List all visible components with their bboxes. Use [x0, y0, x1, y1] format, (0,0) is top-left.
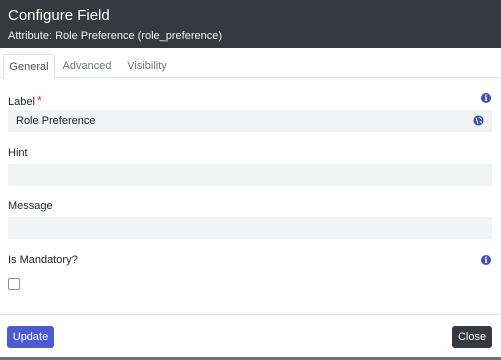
label-field-label: Label *	[8, 93, 42, 108]
dialog-title: Configure Field	[8, 7, 110, 24]
mandatory-field-label: Is Mandatory?	[8, 254, 78, 266]
label-input[interactable]: Role Preference	[8, 110, 492, 132]
hint-input[interactable]	[8, 164, 492, 186]
info-icon[interactable]: i	[481, 255, 491, 265]
label-field-text: Label	[8, 96, 35, 108]
update-button[interactable]: Update	[7, 326, 54, 348]
label-input-value: Role Preference	[16, 115, 96, 127]
dialog-subtitle: Attribute: Role Preference (role_prefere…	[8, 30, 222, 42]
mandatory-checkbox[interactable]	[8, 278, 20, 290]
message-field-label: Message	[8, 200, 53, 212]
required-mark: *	[36, 93, 42, 108]
message-input[interactable]	[8, 217, 492, 239]
dialog-footer: Update Close	[0, 314, 501, 360]
tab-general[interactable]: General	[3, 54, 55, 79]
tab-visibility[interactable]: Visibility	[119, 54, 175, 78]
close-button[interactable]: Close	[452, 326, 492, 348]
dialog-header: Configure Field Attribute: Role Preferen…	[0, 0, 501, 48]
globe-icon[interactable]	[473, 115, 484, 126]
info-icon[interactable]: i	[481, 93, 491, 103]
tab-advanced[interactable]: Advanced	[58, 54, 116, 78]
hint-field-label: Hint	[8, 147, 28, 159]
tab-bar: General Advanced Visibility	[0, 54, 501, 79]
